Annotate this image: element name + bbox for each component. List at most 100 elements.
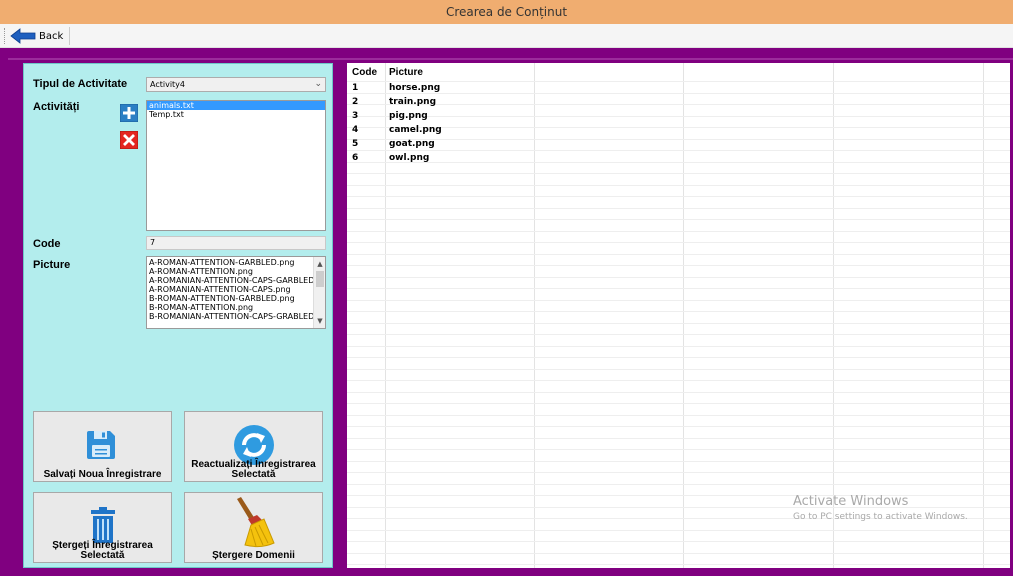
table-cell-code[interactable]: 6 (352, 153, 358, 163)
row-divider (347, 185, 1010, 186)
row-divider (347, 461, 1010, 462)
toolbar: Back (0, 24, 1013, 48)
row-divider (347, 219, 1010, 220)
picture-list-item[interactable]: A-ROMAN-ATTENTION-GARBLED.png (147, 258, 313, 267)
close-icon[interactable] (120, 131, 138, 149)
table-cell-code[interactable]: 1 (352, 83, 358, 93)
row-divider (347, 484, 1010, 485)
row-divider (347, 116, 1010, 117)
picture-list-scrollbar[interactable]: ▲ ▼ (313, 257, 325, 328)
row-divider (347, 150, 1010, 151)
table-cell-code[interactable]: 4 (352, 125, 358, 135)
update-record-button[interactable]: Reactualizați Înregistrarea Selectată (184, 411, 323, 482)
activity-list-item[interactable]: animals.txt (147, 101, 325, 110)
frame-divider (8, 58, 1013, 60)
picture-list-item[interactable]: B-ROMAN-ATTENTION-GARBLED.png (147, 294, 313, 303)
code-input[interactable]: 7 (146, 236, 326, 250)
picture-list-item[interactable]: A-ROMANIAN-ATTENTION-CAPS-GARBLED (147, 276, 314, 285)
save-record-label: Salvați Noua Înregistrare (43, 469, 162, 480)
table-cell-code[interactable]: 5 (352, 139, 358, 149)
activity-list-item[interactable]: Temp.txt (147, 110, 325, 119)
table-cell-code[interactable]: 3 (352, 111, 358, 121)
scroll-thumb[interactable] (316, 271, 324, 287)
row-divider (347, 369, 1010, 370)
row-divider (347, 162, 1010, 163)
toolbar-grip[interactable] (4, 28, 7, 44)
watermark-line1: Activate Windows (793, 494, 909, 509)
activity-type-label: Tipul de Activitate (33, 78, 128, 90)
row-divider (347, 254, 1010, 255)
trash-can-icon (91, 507, 115, 543)
activity-type-select[interactable]: Activity4 ⌄ (146, 77, 326, 92)
table-cell-code[interactable]: 2 (352, 97, 358, 107)
watermark-line2: Go to PC settings to activate Windows. (793, 512, 968, 522)
row-divider (347, 346, 1010, 347)
row-divider (347, 449, 1010, 450)
clear-fields-button[interactable]: Ștergere Domenii (184, 492, 323, 563)
row-divider (347, 311, 1010, 312)
plus-icon[interactable] (120, 104, 138, 122)
row-divider (347, 173, 1010, 174)
picture-list-item[interactable]: A-ROMAN-ATTENTION.png (147, 267, 313, 276)
back-button[interactable]: Back (10, 27, 71, 45)
row-divider (347, 530, 1010, 531)
delete-record-button[interactable]: Ștergeți Înregistrarea Selectată (33, 492, 172, 563)
scroll-down-icon[interactable]: ▼ (314, 316, 325, 326)
save-record-button[interactable]: Salvați Noua Înregistrare (33, 411, 172, 482)
row-divider (347, 334, 1010, 335)
row-divider (347, 403, 1010, 404)
row-divider (347, 438, 1010, 439)
form-panel: Tipul de Activitate Activity4 ⌄ Activită… (23, 63, 333, 568)
row-divider (347, 139, 1010, 140)
row-divider (347, 277, 1010, 278)
column-header-code[interactable]: Code (352, 67, 377, 78)
records-table[interactable]: Code Picture 1 horse.png 2 train.png 3 pig.pn… (347, 63, 1010, 568)
row-divider (347, 392, 1010, 393)
back-button-label: Back (39, 30, 64, 42)
broom-icon (237, 497, 275, 548)
row-divider (347, 104, 1010, 105)
row-divider (347, 415, 1010, 416)
floppy-disk-icon (87, 431, 115, 459)
row-divider (347, 93, 1010, 94)
row-divider (347, 288, 1010, 289)
row-divider (347, 553, 1010, 554)
row-divider (347, 300, 1010, 301)
row-divider (347, 242, 1010, 243)
picture-list-item[interactable]: B-ROMAN-ATTENTION.png (147, 303, 313, 312)
table-cell-picture[interactable]: goat.png (389, 139, 435, 149)
row-divider (347, 323, 1010, 324)
chevron-down-icon: ⌄ (314, 79, 322, 89)
row-divider (347, 357, 1010, 358)
activities-list[interactable]: animals.txt Temp.txt (146, 100, 326, 231)
row-divider (347, 265, 1010, 266)
row-divider (347, 127, 1010, 128)
row-divider (347, 81, 1010, 82)
back-arrow-icon (10, 28, 36, 44)
delete-record-label-line2: Selectată (80, 550, 125, 561)
table-cell-picture[interactable]: owl.png (389, 153, 429, 163)
table-cell-picture[interactable]: horse.png (389, 83, 440, 93)
update-record-label-line2: Selectată (231, 469, 276, 480)
window-title: Crearea de Conținut (445, 5, 568, 19)
table-cell-picture[interactable]: pig.png (389, 111, 428, 121)
picture-list[interactable]: A-ROMAN-ATTENTION-GARBLED.png A-ROMAN-ATT… (146, 256, 326, 329)
activity-type-value: Activity4 (150, 80, 186, 89)
column-header-picture[interactable]: Picture (389, 67, 423, 78)
window-title-bar: Crearea de Conținut (0, 0, 1013, 24)
clear-fields-label: Ștergere Domenii (212, 550, 295, 561)
table-cell-picture[interactable]: camel.png (389, 125, 442, 135)
row-divider (347, 380, 1010, 381)
picture-label: Picture (33, 259, 71, 271)
row-divider (347, 196, 1010, 197)
activities-label: Activități (33, 101, 80, 113)
row-divider (347, 564, 1010, 565)
table-cell-picture[interactable]: train.png (389, 97, 436, 107)
row-divider (347, 426, 1010, 427)
row-divider (347, 472, 1010, 473)
scroll-up-icon[interactable]: ▲ (314, 259, 325, 269)
picture-list-item[interactable]: B-ROMANIAN-ATTENTION-CAPS-GRABLED (147, 312, 314, 321)
activation-watermark: Activate Windows Go to PC settings to ac… (793, 494, 968, 522)
picture-list-item[interactable]: A-ROMANIAN-ATTENTION-CAPS.png (147, 285, 313, 294)
code-label: Code (33, 238, 61, 250)
